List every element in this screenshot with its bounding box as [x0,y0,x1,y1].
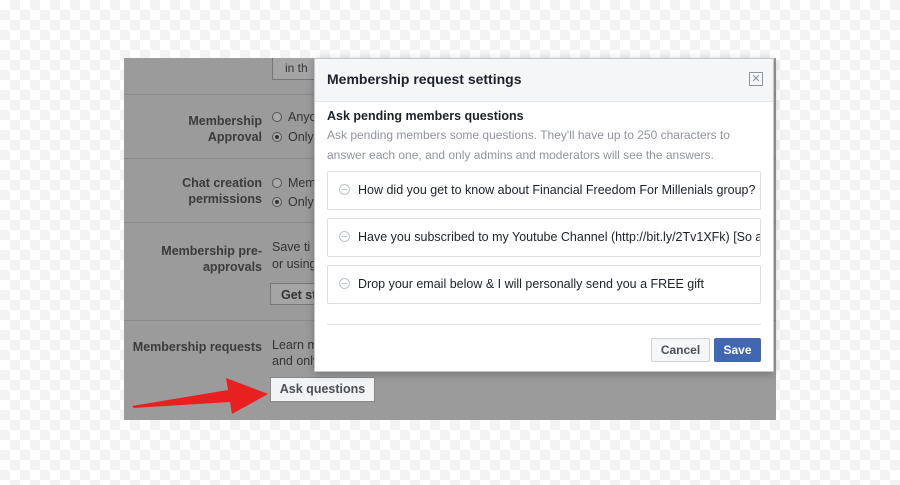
membership-approval-option-only[interactable]: Only [272,129,314,145]
question-field[interactable]: How did you get to know about Financial … [327,171,761,210]
red-arrow-annotation [132,378,268,414]
radio-icon[interactable] [272,178,282,188]
membership-requests-text-line-2: and only [272,354,320,368]
cancel-button[interactable]: Cancel [651,338,710,362]
membership-requests-text-line-1: Learn m [272,338,318,352]
pre-approvals-text-line-2: or using [272,257,317,271]
red-arrow-shape [132,378,268,414]
remove-question-icon[interactable] [339,184,350,195]
dialog-header: Membership request settings ✕ [315,59,773,102]
close-icon[interactable]: ✕ [749,72,763,86]
question-field[interactable]: Have you subscribed to my Youtube Channe… [327,218,761,257]
section-description: Ask pending members some questions. They… [327,128,730,162]
question-field[interactable]: Drop your email below & I will personall… [327,265,761,304]
remove-question-icon[interactable] [339,231,350,242]
radio-icon[interactable] [272,112,282,122]
previous-setting-text: in th [285,61,308,75]
chat-creation-label: Chat creation permissions [182,176,262,206]
membership-approval-label: Membership Approval [188,114,262,144]
remove-question-icon[interactable] [339,278,350,289]
pre-approvals-label: Membership pre-approvals [161,244,262,274]
membership-request-settings-dialog: Membership request settings ✕ Ask pendin… [314,58,774,372]
question-text[interactable]: Drop your email below & I will personall… [358,277,704,291]
radio-selected-icon[interactable] [272,197,282,207]
chat-creation-option-only[interactable]: Only [272,194,314,210]
membership-approval-option-anyone[interactable]: Anyo [272,109,317,125]
radio-selected-icon[interactable] [272,132,282,142]
dialog-title: Membership request settings [327,71,522,87]
section-title: Ask pending members questions [327,109,524,123]
question-text[interactable]: Have you subscribed to my Youtube Channe… [358,230,760,244]
footer-divider [327,324,761,325]
ask-questions-button[interactable]: Ask questions [270,377,375,402]
chat-creation-option-members[interactable]: Mem [272,175,316,191]
pre-approvals-text-line-1: Save ti [272,240,311,254]
save-button[interactable]: Save [714,338,761,362]
membership-requests-label: Membership requests [132,340,262,354]
question-text[interactable]: How did you get to know about Financial … [358,183,755,197]
